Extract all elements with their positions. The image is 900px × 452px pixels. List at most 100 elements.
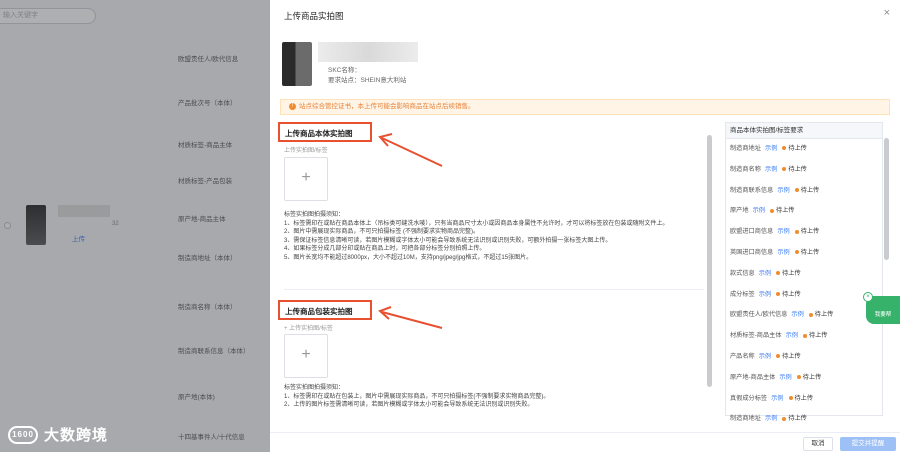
upload-button-package[interactable]: + bbox=[284, 334, 328, 378]
status-dot-icon bbox=[794, 229, 799, 234]
requirement-name: 产品名称 bbox=[730, 352, 755, 360]
status-text: 待上传 bbox=[800, 228, 820, 236]
status-text: 待上传 bbox=[775, 207, 795, 215]
rules-body: 标签实拍图拍摄须知： 1、标签需印在或贴在商品本体上（吊标类可缝洗水唛），只有当… bbox=[284, 211, 710, 263]
requirements-list: 制造商地址 示例 待上传 制造商名称 示例 待上传 制造商联系信息 示例 待上传 原产地 示例 待上传… bbox=[726, 139, 882, 430]
example-link[interactable]: 示例 bbox=[786, 332, 798, 339]
close-icon[interactable]: × bbox=[884, 7, 890, 19]
rule-item: 1、标签需印在或贴在商品本体上（吊标类可缝洗水唛），只有当商品尺寸太小或因商品本… bbox=[284, 220, 669, 227]
example-link[interactable]: 示例 bbox=[765, 145, 777, 152]
status-text: 待上传 bbox=[782, 269, 801, 277]
status-dot-icon bbox=[782, 416, 787, 421]
example-link[interactable]: 示例 bbox=[777, 228, 789, 235]
example-link[interactable]: 示例 bbox=[771, 395, 783, 402]
status-text: 待上传 bbox=[782, 290, 801, 298]
requirement-row: 原产地-商品主体 示例 待上传 bbox=[726, 368, 882, 389]
rules-title: 标签实拍图拍摄须知： bbox=[284, 385, 345, 391]
submit-button[interactable]: 提交并提醒 bbox=[840, 437, 896, 451]
example-link[interactable]: 示例 bbox=[759, 291, 771, 298]
logo-icon: 1600 bbox=[8, 425, 38, 444]
status-dot-icon bbox=[794, 187, 799, 192]
arrow-annotation bbox=[378, 306, 443, 329]
site-label: 要求站点： bbox=[328, 77, 361, 84]
main-scrollbar[interactable] bbox=[707, 135, 712, 387]
rule-item: 4、如果标签分成几部分印或贴在商品上时，可把各部分标签分别拍照上传。 bbox=[284, 246, 486, 253]
requirement-name: 英国进口商信息 bbox=[730, 248, 774, 256]
example-link[interactable]: 示例 bbox=[759, 353, 771, 360]
requirement-row: 制造商联系信息 示例 待上传 bbox=[726, 181, 882, 202]
highlight-box bbox=[278, 300, 372, 320]
upload-button-body[interactable]: + bbox=[284, 157, 328, 201]
warning-text: 站点综合管控证书，本上传可能会影响商品在站点后续销售。 bbox=[299, 103, 475, 110]
rule-item: 3、需保证标签信息清晰可读，若图片模糊或字体太小可能会导致系统无法识别或识别失败… bbox=[284, 237, 612, 244]
requirement-name: 制造商名称 bbox=[730, 165, 761, 173]
status-dot-icon bbox=[788, 395, 793, 400]
requirement-name: 成分标签 bbox=[730, 290, 755, 298]
product-image bbox=[282, 42, 312, 86]
example-link[interactable]: 示例 bbox=[759, 270, 771, 277]
logo-text: 大数跨境 bbox=[44, 427, 109, 444]
status-dot-icon bbox=[782, 167, 787, 172]
requirement-row: 材质标签-商品主体 示例 待上传 bbox=[726, 326, 882, 347]
status-text: 待上传 bbox=[808, 332, 828, 340]
example-link[interactable]: 示例 bbox=[779, 374, 791, 381]
requirements-panel: 商品本体实拍图/标签要求 制造商地址 示例 待上传 制造商名称 示例 待上传 制造商联系信息… bbox=[725, 122, 883, 422]
status-dot-icon bbox=[776, 291, 781, 296]
rule-item: 5、图片长宽均不能超过8000px，大小不超过10M，支持png/jpeg/jp… bbox=[284, 254, 533, 261]
example-link[interactable]: 示例 bbox=[777, 249, 789, 256]
status-text: 待上传 bbox=[794, 394, 814, 402]
requirement-name: 原产地-商品主体 bbox=[730, 373, 776, 381]
status-text: 待上传 bbox=[802, 373, 822, 381]
example-link[interactable]: 示例 bbox=[753, 207, 765, 214]
rule-item: 2、上传的图片标签需清晰可读，若图片模糊或字体太小可能会导致系统无法识别或识别失… bbox=[284, 402, 534, 409]
status-text: 待上传 bbox=[800, 248, 820, 256]
rules-title: 标签实拍图拍摄须知： bbox=[284, 212, 345, 218]
section-divider bbox=[284, 289, 704, 290]
section-subtitle-body: 上传实拍图/标签 bbox=[284, 148, 328, 154]
requirement-row: 制造商地址 示例 待上传 bbox=[726, 409, 882, 430]
site-line: 要求站点：SHEIN意大利站 bbox=[328, 74, 406, 84]
requirement-row: 制造商名称 示例 待上传 bbox=[726, 160, 882, 181]
float-close-icon[interactable]: × bbox=[863, 292, 873, 302]
status-dot-icon bbox=[794, 250, 799, 255]
warning-icon: ! bbox=[289, 102, 296, 110]
upload-sections: 上传商品本体实拍图 上传实拍图/标签 + 标签实拍图拍摄须知： 1、标签需印在或… bbox=[278, 122, 710, 432]
requirement-name: 制造商联系信息 bbox=[730, 186, 774, 194]
arrow-annotation bbox=[378, 133, 443, 167]
requirement-row: 产品名称 示例 待上传 bbox=[726, 347, 882, 368]
requirement-row: 款式信息 示例 待上传 bbox=[726, 264, 882, 285]
highlight-box bbox=[278, 122, 372, 142]
requirement-row: 欧盟进口商信息 示例 待上传 bbox=[726, 222, 882, 243]
drawer-footer: 取消 提交并提醒 bbox=[270, 432, 900, 452]
status-dot-icon bbox=[769, 208, 774, 213]
status-dot-icon bbox=[808, 312, 813, 317]
status-text: 待上传 bbox=[788, 415, 807, 423]
status-text: 待上传 bbox=[788, 145, 807, 152]
example-link[interactable]: 示例 bbox=[791, 311, 803, 318]
cancel-button[interactable]: 取消 bbox=[803, 437, 833, 451]
status-text: 待上传 bbox=[782, 352, 801, 360]
requirements-header: 商品本体实拍图/标签要求 bbox=[726, 123, 882, 139]
requirement-name: 制造商地址 bbox=[730, 415, 761, 423]
section-subtitle-package[interactable]: + 上传实拍图/标签 bbox=[284, 323, 333, 332]
example-link[interactable]: 示例 bbox=[765, 166, 777, 173]
requirement-name: 制造商地址 bbox=[730, 145, 761, 152]
status-text: 待上传 bbox=[814, 311, 834, 319]
status-dot-icon bbox=[776, 271, 781, 276]
panel-scrollbar[interactable] bbox=[884, 138, 889, 260]
requirement-name: 款式信息 bbox=[730, 269, 755, 277]
requirement-row: 欧盟责任人/欧代信息 示例 待上传 bbox=[726, 305, 882, 326]
skc-label: SKC名称： bbox=[328, 67, 361, 74]
watermark-logo: 1600 大数跨境 bbox=[8, 424, 108, 445]
example-link[interactable]: 示例 bbox=[765, 415, 777, 422]
requirement-name: 真假成分标签 bbox=[730, 394, 768, 402]
rules-package: 标签实拍图拍摄须知： 1、标签需印在或贴在包装上，图片中需展现实际商品，不可只拍… bbox=[284, 384, 710, 410]
status-text: 待上传 bbox=[800, 186, 820, 194]
upload-drawer: 上传商品实拍图 × SKC名称： 要求站点：SHEIN意大利站 ! 站点综合管控证… bbox=[270, 0, 900, 452]
warning-banner: ! 站点综合管控证书，本上传可能会影响商品在站点后续销售。 bbox=[280, 99, 890, 115]
rule-item: 2、图片中需展现实际商品，不可只拍摄标签 (不强制要求实物商品完整)。 bbox=[284, 229, 480, 236]
status-text: 待上传 bbox=[788, 165, 807, 173]
requirement-row: 成分标签 示例 待上传 bbox=[726, 285, 882, 306]
requirement-name: 原产地 bbox=[730, 207, 749, 215]
example-link[interactable]: 示例 bbox=[777, 187, 789, 194]
